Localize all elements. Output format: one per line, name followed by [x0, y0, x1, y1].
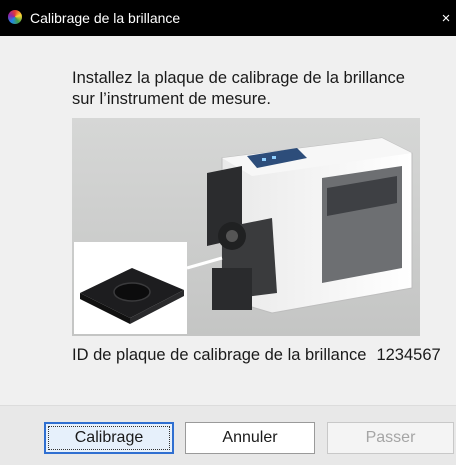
cancel-button-label: Annuler: [222, 429, 278, 446]
cancel-button[interactable]: Annuler: [185, 422, 315, 454]
color-wheel-icon: [8, 10, 22, 24]
close-button[interactable]: ×: [436, 0, 456, 36]
focus-ring: [48, 426, 170, 450]
title-bar: Calibrage de la brillance ×: [0, 0, 456, 36]
instruction-text: Installez la plaque de calibrage de la b…: [72, 68, 432, 110]
skip-button[interactable]: Passer: [327, 422, 454, 454]
plate-id-value: 1234567: [376, 346, 441, 364]
instruction-line-2: sur l’instrument de mesure.: [72, 90, 271, 108]
calibrate-button[interactable]: Calibrage: [44, 422, 174, 454]
instrument-image: [72, 118, 420, 336]
dialog-footer: Calibrage Annuler Passer: [0, 405, 456, 465]
plate-id-row: ID de plaque de calibrage de la brillanc…: [72, 346, 441, 365]
instruction-line-1: Installez la plaque de calibrage de la b…: [72, 69, 405, 87]
instrument-illustration: [72, 118, 420, 336]
window-title: Calibrage de la brillance: [30, 10, 181, 26]
plate-id-label: ID de plaque de calibrage de la brillanc…: [72, 346, 367, 364]
skip-button-label: Passer: [365, 429, 416, 446]
